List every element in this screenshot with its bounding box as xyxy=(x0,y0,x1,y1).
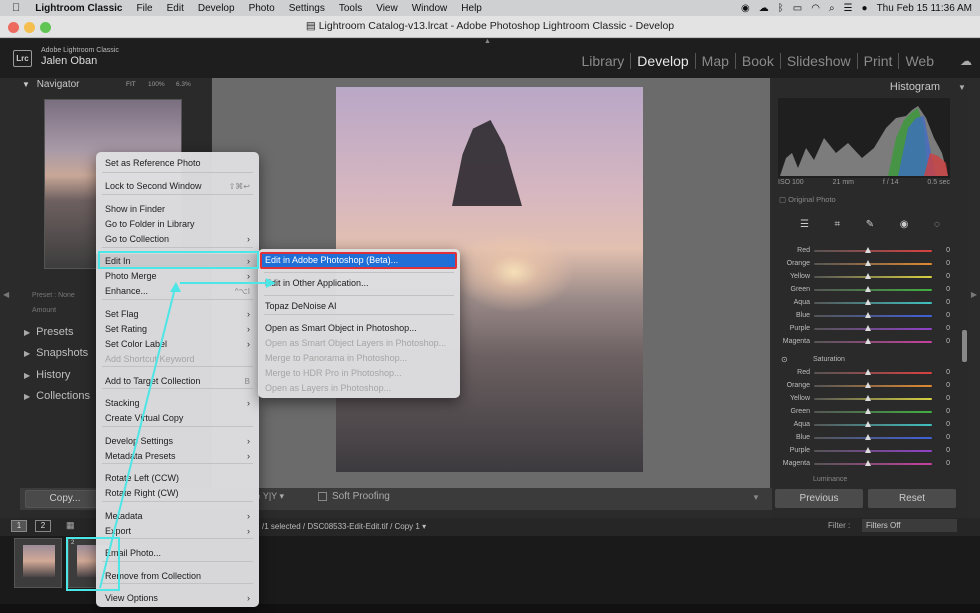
annotation-arrowhead-right xyxy=(266,278,276,288)
annotation-arrowhead xyxy=(170,282,181,292)
annotation-arrow-line xyxy=(99,283,177,589)
annotation-arrows xyxy=(99,278,276,589)
